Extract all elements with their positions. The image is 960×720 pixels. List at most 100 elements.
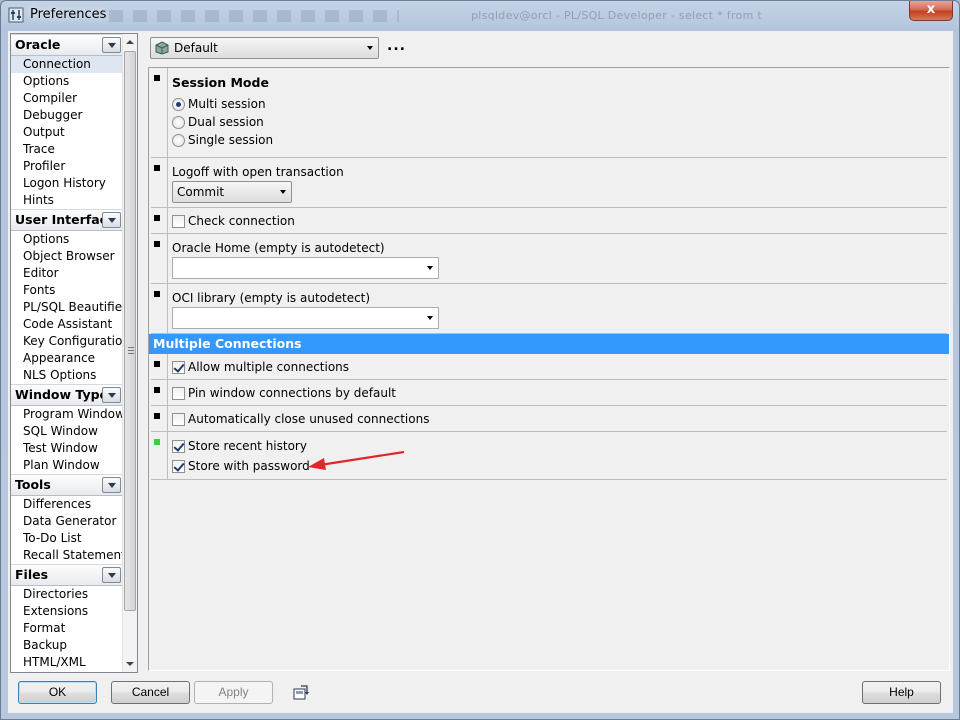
- sidebar-item-hints[interactable]: Hints: [11, 192, 123, 209]
- chevron-down-icon[interactable]: [427, 266, 433, 270]
- profile-box-icon: [155, 41, 169, 55]
- sidebar-item-pl-sql-beautifier[interactable]: PL/SQL Beautifier: [11, 299, 127, 316]
- sidebar-group-tools[interactable]: Tools: [11, 474, 123, 496]
- close-button[interactable]: x: [909, 1, 953, 21]
- section-marker: [154, 241, 160, 247]
- multi-session-radio[interactable]: [172, 98, 185, 111]
- oci-library-input[interactable]: [172, 307, 439, 329]
- sidebar-item-object-browser[interactable]: Object Browser: [11, 248, 123, 265]
- sidebar-item-key-configuration[interactable]: Key Configuration: [11, 333, 130, 350]
- sidebar-item-trace[interactable]: Trace: [11, 141, 123, 158]
- window-title: Preferences: [30, 7, 107, 22]
- apply-button[interactable]: Apply: [194, 681, 273, 704]
- multiple-connections-header: Multiple Connections: [149, 334, 949, 354]
- sidebar-item-differences[interactable]: Differences: [11, 496, 123, 513]
- sidebar-item-fonts[interactable]: Fonts: [11, 282, 123, 299]
- sidebar-group-files[interactable]: Files: [11, 564, 123, 586]
- chevron-down-icon[interactable]: [427, 316, 433, 320]
- sidebar-item-editor[interactable]: Editor: [11, 265, 123, 282]
- sidebar-item-connection[interactable]: Connection: [11, 56, 123, 73]
- scroll-down-icon[interactable]: [126, 662, 134, 666]
- title-bar[interactable]: Preferences plsqldev@orcl - PL/SQL Devel…: [1, 1, 959, 31]
- store-history-label[interactable]: Store recent history: [188, 439, 307, 453]
- help-button[interactable]: Help: [862, 681, 941, 704]
- sidebar-item-options[interactable]: Options: [11, 73, 123, 90]
- sidebar-item-options[interactable]: Options: [11, 231, 123, 248]
- sidebar-item-profiler[interactable]: Profiler: [11, 158, 123, 175]
- chevron-down-icon: [280, 190, 286, 194]
- scroll-thumb[interactable]: [124, 51, 136, 611]
- logoff-section: Logoff with open transaction Commit: [151, 158, 947, 208]
- profile-select[interactable]: Default: [150, 37, 379, 59]
- collapse-chevron-icon[interactable]: [102, 37, 121, 53]
- logoff-select[interactable]: Commit: [172, 181, 292, 203]
- sidebar-item-backup[interactable]: Backup: [11, 637, 123, 654]
- section-marker: [154, 75, 160, 81]
- dialog-client: Oracle Connection Options Compiler Debugger O…: [8, 31, 953, 713]
- allow-multiple-label[interactable]: Allow multiple connections: [188, 360, 349, 374]
- sidebar-item-recall-statement[interactable]: Recall Statement: [11, 547, 126, 564]
- sidebar-item-extensions[interactable]: Extensions: [11, 603, 123, 620]
- profile-more-button[interactable]: ...: [387, 38, 406, 54]
- auto-close-section: Automatically close unused connections: [151, 406, 947, 432]
- preferences-icon: [8, 7, 24, 23]
- sidebar-scrollbar[interactable]: [122, 34, 137, 672]
- logoff-value: Commit: [177, 185, 225, 199]
- sidebar-item-sql-window[interactable]: SQL Window: [11, 423, 123, 440]
- sidebar-group-window-types[interactable]: Window Types: [11, 384, 123, 406]
- sidebar-group-user-interface[interactable]: User Interface: [11, 209, 123, 231]
- sidebar-item-directories[interactable]: Directories: [11, 586, 123, 603]
- section-marker: [154, 361, 160, 367]
- sidebar-item-program-window[interactable]: Program Window: [11, 406, 125, 423]
- sidebar-group-label: Oracle: [15, 37, 61, 52]
- sidebar-item-to-do-list[interactable]: To-Do List: [11, 530, 123, 547]
- category-list: Oracle Connection Options Compiler Debugger O…: [11, 34, 130, 671]
- store-history-checkbox[interactable]: [172, 440, 185, 453]
- collapse-chevron-icon[interactable]: [102, 477, 121, 493]
- sidebar-item-format[interactable]: Format: [11, 620, 123, 637]
- ok-button[interactable]: OK: [18, 681, 97, 704]
- collapse-chevron-icon[interactable]: [102, 567, 121, 583]
- single-session-radio[interactable]: [172, 134, 185, 147]
- sidebar-item-test-window[interactable]: Test Window: [11, 440, 123, 457]
- sidebar-item-debugger[interactable]: Debugger: [11, 107, 123, 124]
- sidebar-item-compiler[interactable]: Compiler: [11, 90, 123, 107]
- close-icon: x: [926, 2, 936, 17]
- cancel-button[interactable]: Cancel: [111, 681, 190, 704]
- session-mode-title: Session Mode: [172, 75, 269, 90]
- sidebar-item-output[interactable]: Output: [11, 124, 123, 141]
- chevron-down-icon: [367, 46, 373, 50]
- multi-session-label[interactable]: Multi session: [188, 97, 266, 111]
- section-marker: [154, 215, 160, 221]
- grip-icon: [128, 347, 134, 354]
- check-connection-label[interactable]: Check connection: [188, 214, 295, 228]
- pin-window-checkbox[interactable]: [172, 387, 185, 400]
- collapse-chevron-icon[interactable]: [102, 387, 121, 403]
- check-connection-checkbox[interactable]: [172, 215, 185, 228]
- auto-close-checkbox[interactable]: [172, 413, 185, 426]
- dual-session-label[interactable]: Dual session: [188, 115, 264, 129]
- sidebar-item-data-generator[interactable]: Data Generator: [11, 513, 123, 530]
- background-toolbar-ghost: [109, 10, 399, 22]
- store-password-label[interactable]: Store with password: [188, 459, 310, 473]
- dual-session-radio[interactable]: [172, 116, 185, 129]
- sidebar-item-logon-history[interactable]: Logon History: [11, 175, 123, 192]
- save-profile-icon[interactable]: [292, 684, 310, 702]
- sidebar-group-oracle[interactable]: Oracle: [11, 34, 123, 56]
- collapse-chevron-icon[interactable]: [102, 212, 121, 228]
- sidebar-item-appearance[interactable]: Appearance: [11, 350, 123, 367]
- section-marker: [154, 291, 160, 297]
- oracle-home-input[interactable]: [172, 257, 439, 279]
- scroll-up-icon[interactable]: [126, 40, 134, 44]
- single-session-label[interactable]: Single session: [188, 133, 273, 147]
- auto-close-label[interactable]: Automatically close unused connections: [188, 412, 429, 426]
- allow-multiple-checkbox[interactable]: [172, 361, 185, 374]
- sidebar-item-plan-window[interactable]: Plan Window: [11, 457, 123, 474]
- pin-window-label[interactable]: Pin window connections by default: [188, 386, 396, 400]
- oci-library-section: OCI library (empty is autodetect): [151, 284, 947, 334]
- store-password-checkbox[interactable]: [172, 460, 185, 473]
- sidebar-group-label: Files: [15, 567, 49, 582]
- sidebar-item-html-xml[interactable]: HTML/XML: [11, 654, 123, 671]
- sidebar-item-code-assistant[interactable]: Code Assistant: [11, 316, 123, 333]
- sidebar-item-nls-options[interactable]: NLS Options: [11, 367, 123, 384]
